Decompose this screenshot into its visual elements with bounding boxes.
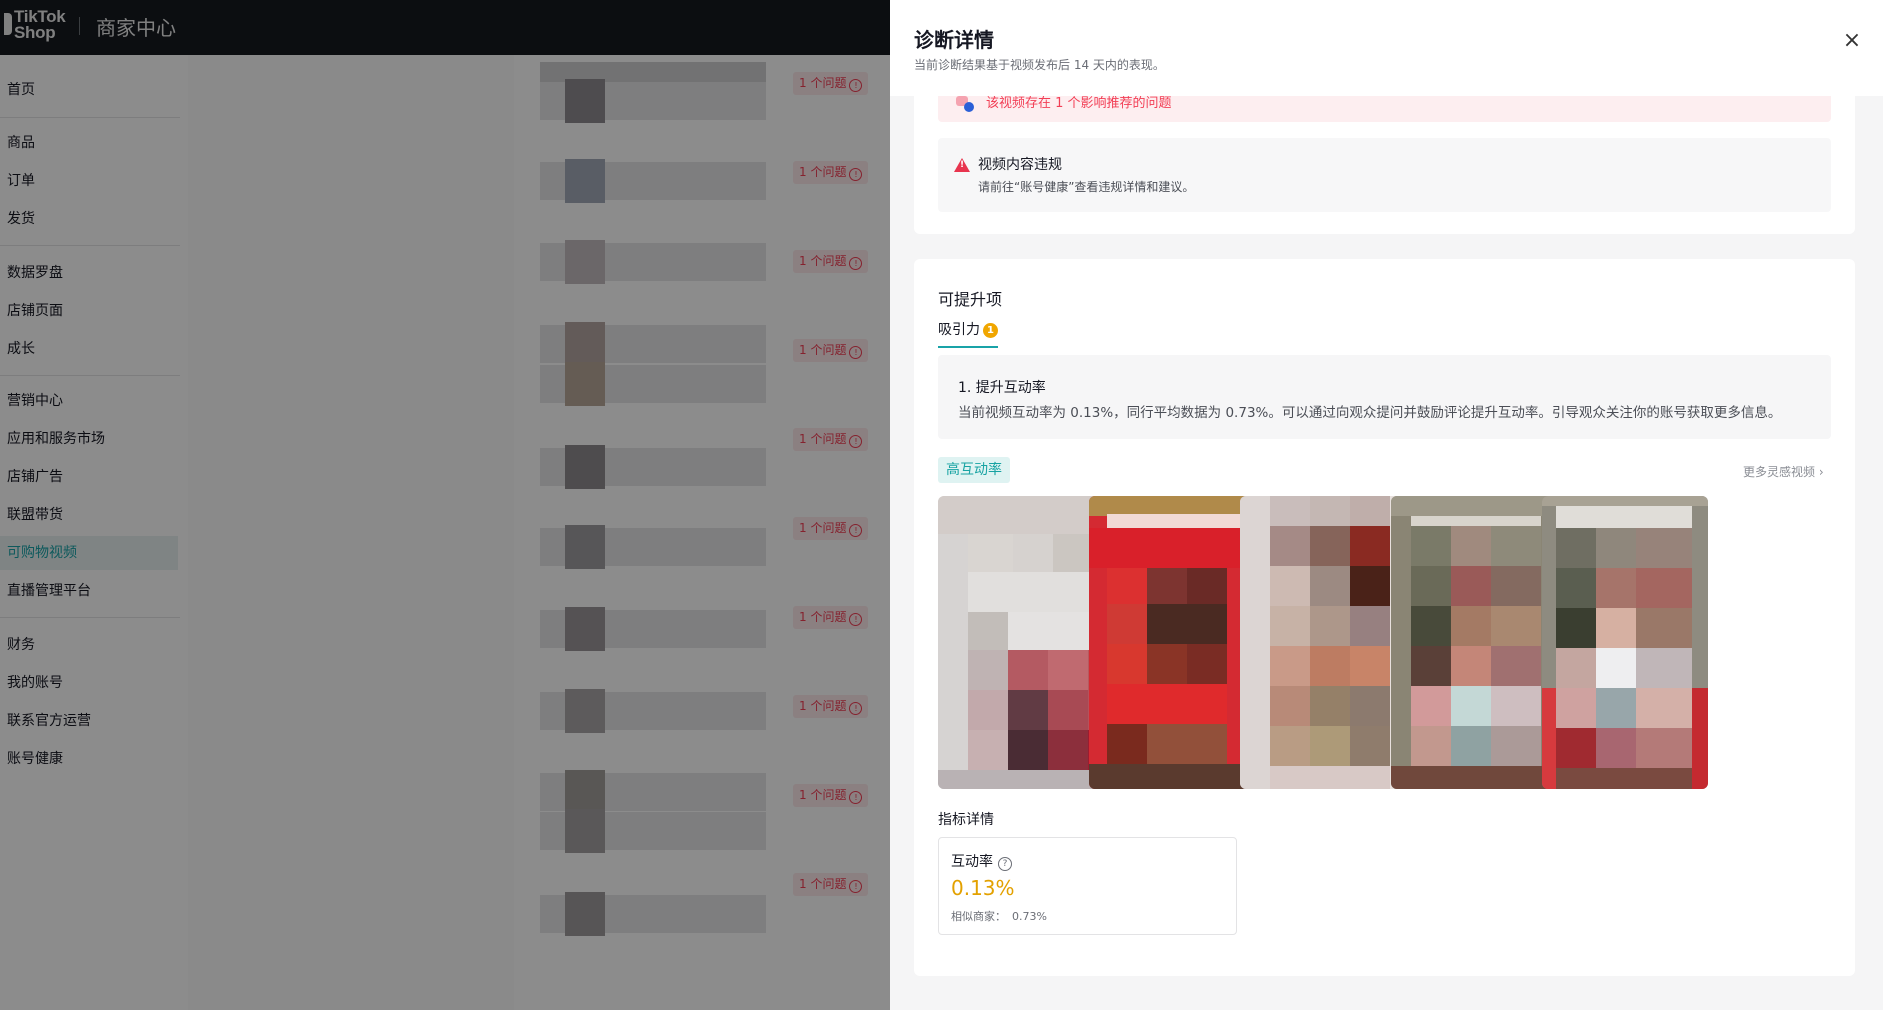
- video-issue-icon: [954, 94, 974, 112]
- drawer-header: 诊断详情 当前诊断结果基于视频发布后 14 天内的表现。 ×: [890, 0, 1883, 96]
- inspiration-video-thumbnail[interactable]: [1240, 496, 1406, 789]
- inspiration-video-thumbnail[interactable]: [1542, 496, 1708, 789]
- more-inspiration-link[interactable]: 更多灵感视频 ›: [1743, 463, 1824, 480]
- high-engagement-tag: 高互动率: [938, 457, 1010, 483]
- section-title: 可提升项: [938, 290, 1003, 309]
- tab-attraction[interactable]: 吸引力 1: [938, 319, 998, 348]
- violation-description: 请前往“账号健康”查看违规详情和建议。: [978, 180, 1195, 194]
- metric-value: 0.13%: [951, 876, 1015, 900]
- diagnosis-drawer: 诊断详情 当前诊断结果基于视频发布后 14 天内的表现。 × 该视频存在 1 个…: [890, 0, 1883, 1010]
- close-icon[interactable]: ×: [1841, 30, 1863, 52]
- inspiration-video-thumbnail[interactable]: [1391, 496, 1557, 789]
- violation-notice: 视频内容违规 请前往“账号健康”查看违规详情和建议。: [938, 138, 1831, 212]
- warning-icon: [954, 158, 970, 172]
- violation-title: 视频内容违规: [978, 157, 1062, 173]
- drawer-title: 诊断详情: [914, 28, 994, 52]
- metrics-section-label: 指标详情: [938, 812, 994, 828]
- suggestion-description: 当前视频互动率为 0.13%，同行平均数据为 0.73%。可以通过向观众提问并鼓…: [958, 405, 1782, 421]
- inspiration-video-thumbnail[interactable]: [1089, 496, 1255, 789]
- metric-name: 互动率?: [951, 851, 1012, 871]
- modal-backdrop[interactable]: [0, 0, 890, 1010]
- inspiration-video-thumbnail[interactable]: [938, 496, 1104, 789]
- peer-benchmark: 相似商家： 0.73%: [951, 910, 1047, 923]
- metric-card-engagement: 互动率? 0.13% 相似商家： 0.73%: [938, 837, 1237, 935]
- suggestion-box: 1. 提升互动率 当前视频互动率为 0.13%，同行平均数据为 0.73%。可以…: [938, 355, 1831, 439]
- improvement-card: 可提升项 吸引力 1 1. 提升互动率 当前视频互动率为 0.13%，同行平均数据…: [914, 259, 1855, 976]
- help-icon[interactable]: ?: [998, 857, 1012, 871]
- drawer-subtitle: 当前诊断结果基于视频发布后 14 天内的表现。: [914, 58, 1165, 72]
- count-badge: 1: [983, 323, 998, 338]
- suggestion-title: 1. 提升互动率: [958, 380, 1046, 396]
